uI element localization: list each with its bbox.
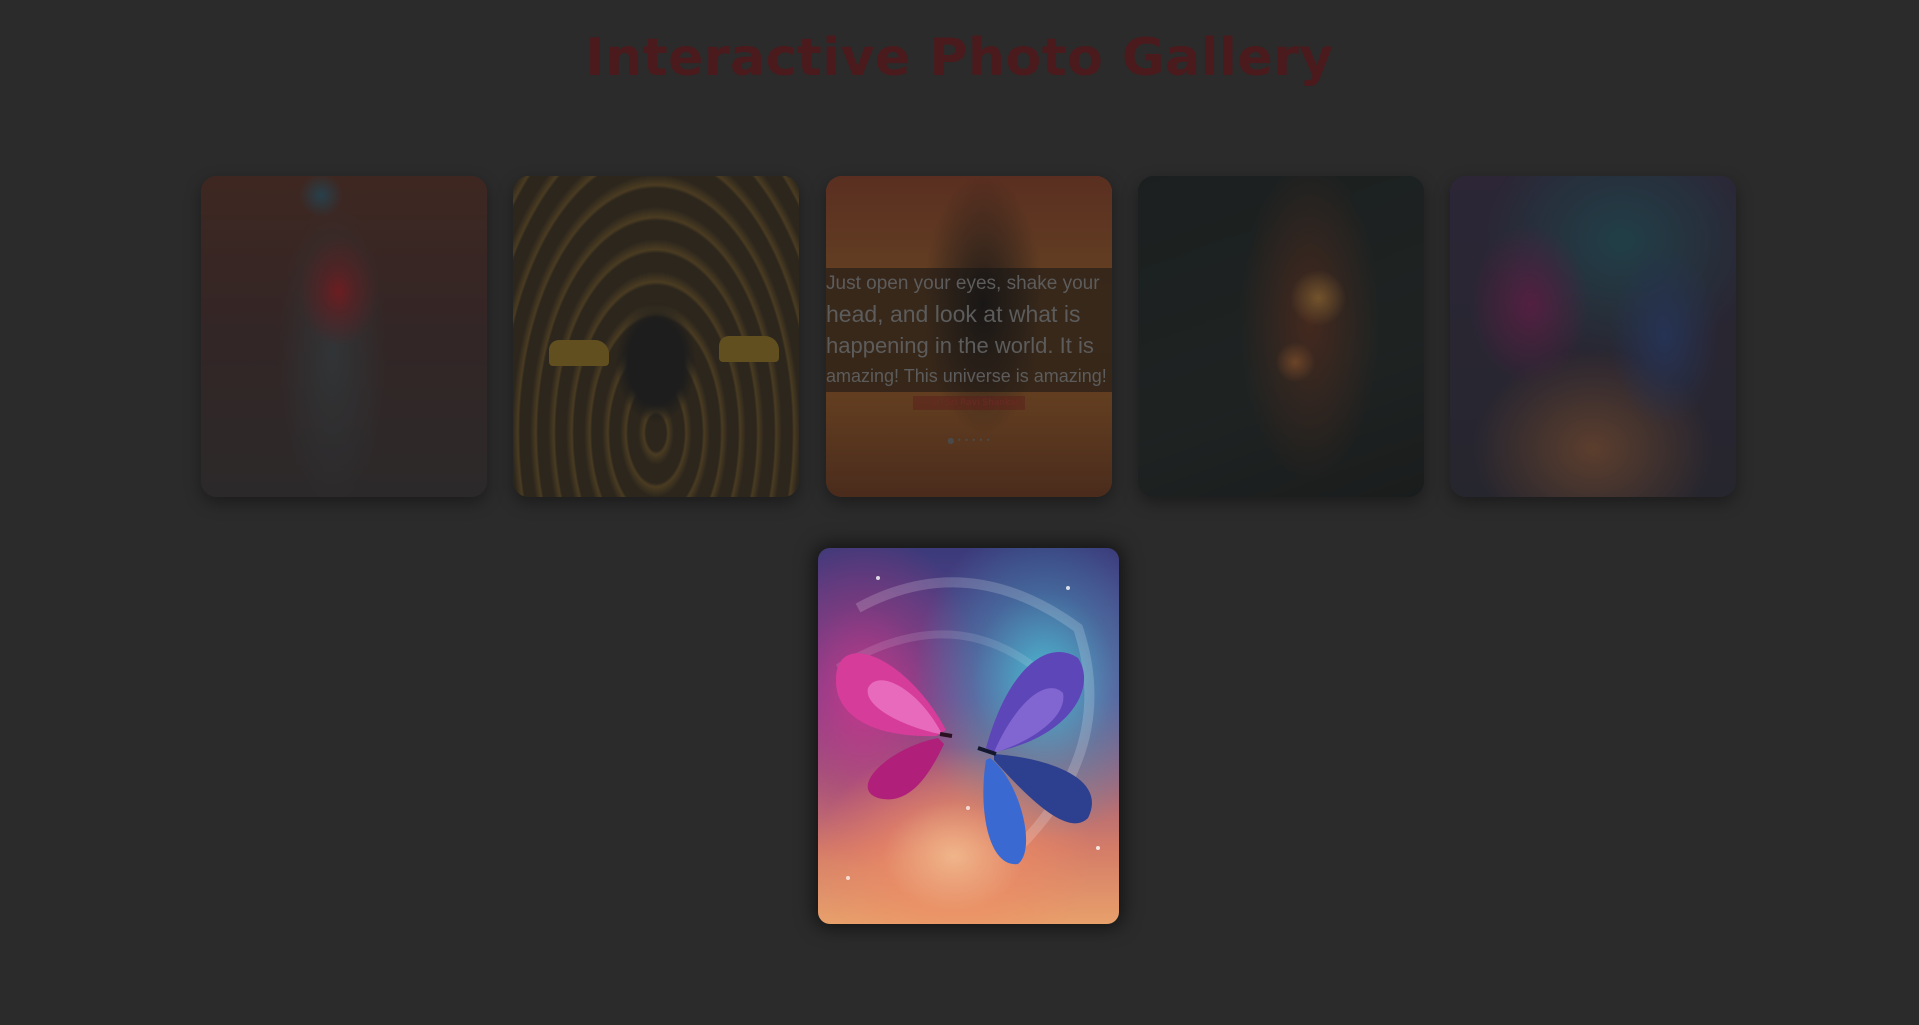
thumbnail-overlay xyxy=(1138,176,1424,497)
featured-image[interactable] xyxy=(818,548,1119,924)
quote-author: — Sri Sri Ravi Shankar xyxy=(826,396,1112,410)
gallery-page: Interactive Photo Gallery Just open your… xyxy=(0,0,1919,1025)
thumbnail-overlay xyxy=(201,176,487,497)
page-title: Interactive Photo Gallery xyxy=(585,28,1334,88)
thumbnail-quote[interactable]: Just open your eyes, shake your head, an… xyxy=(826,176,1112,497)
quote-line: happening in the world. It is xyxy=(826,330,1112,361)
pink-butterfly xyxy=(835,653,953,800)
quote-author-label: — Sri Sri Ravi Shankar xyxy=(912,396,1026,410)
thumbnail-butterflies[interactable] xyxy=(1450,176,1736,497)
thumbnail-meditating-person[interactable] xyxy=(513,176,799,497)
thumbnail-overlay xyxy=(513,176,799,497)
butterflies-illustration xyxy=(835,576,1100,880)
quote-line: Just open your eyes, shake your xyxy=(826,268,1112,299)
quote-line: head, and look at what is xyxy=(826,299,1112,330)
thumbnail-overlay xyxy=(1450,176,1736,497)
quote-text: Just open your eyes, shake your head, an… xyxy=(826,268,1112,392)
quote-line: amazing! This universe is amazing! xyxy=(826,361,1112,392)
thumbnail-galaxy-hand[interactable] xyxy=(1138,176,1424,497)
quote-watermark: ● • • • • • xyxy=(947,436,991,445)
thumbnail-glowing-figure[interactable] xyxy=(201,176,487,497)
